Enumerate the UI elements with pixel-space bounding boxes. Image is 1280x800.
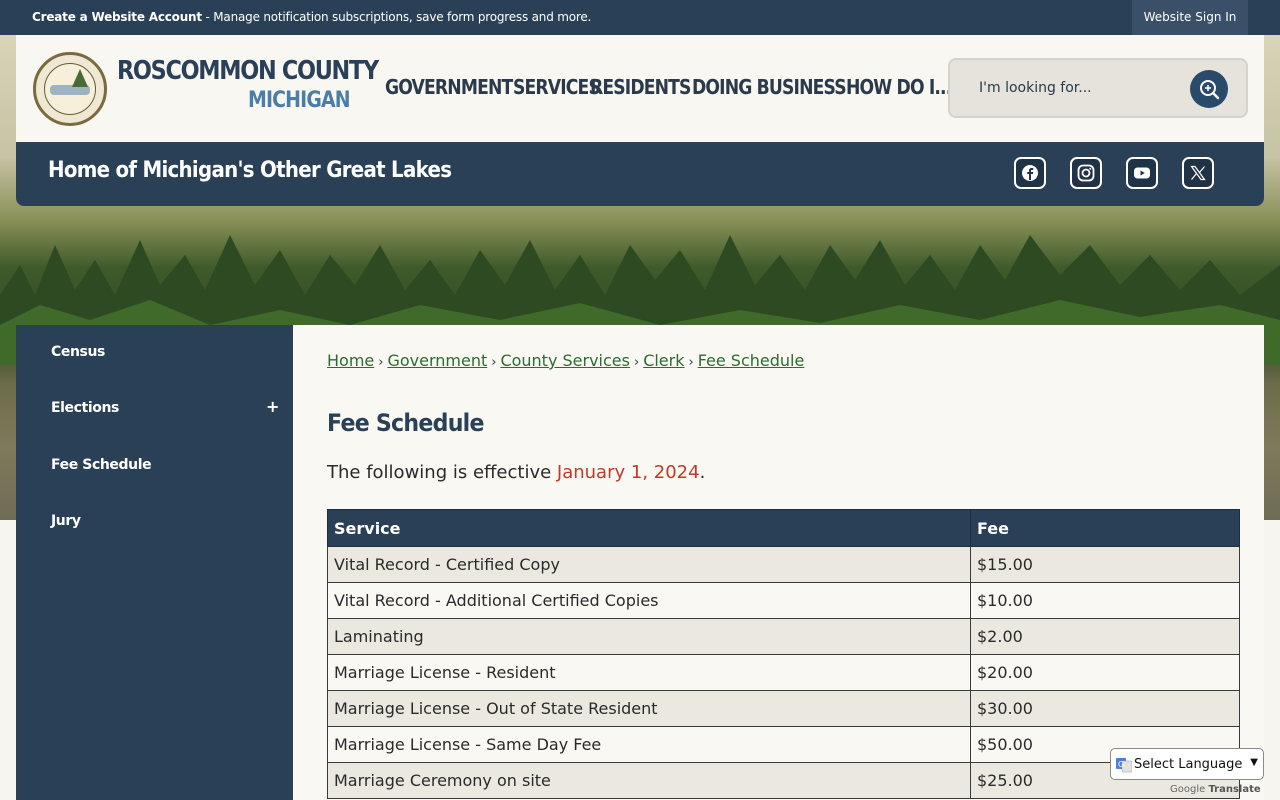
table-row: Laminating $2.00 — [327, 618, 1240, 655]
service-cell: Marriage Ceremony on site — [327, 762, 971, 799]
sidebar-item-jury[interactable]: Jury — [51, 513, 81, 529]
sidebar-item-census[interactable]: Census — [51, 344, 105, 360]
website-sign-in-button[interactable]: Website Sign In — [1132, 0, 1248, 35]
create-account-label[interactable]: Create a Website Account — [32, 10, 202, 24]
site-tagline: Home of Michigan's Other Great Lakes — [48, 158, 452, 183]
table-row: Marriage Ceremony on site $25.00 — [327, 762, 1240, 799]
sidebar-item-elections[interactable]: Elections — [51, 400, 119, 416]
sidebar-nav: Census Elections + Fee Schedule Jury — [16, 325, 293, 800]
breadcrumb-home[interactable]: Home — [327, 351, 374, 370]
column-header-fee: Fee — [970, 509, 1240, 547]
instagram-link[interactable] — [1070, 157, 1102, 189]
service-cell: Laminating — [327, 618, 971, 655]
column-header-service: Service — [327, 509, 971, 547]
search-input[interactable]: I'm looking for... — [979, 80, 1092, 96]
facebook-link[interactable] — [1014, 157, 1046, 189]
youtube-link[interactable] — [1126, 157, 1158, 189]
fee-cell: $15.00 — [970, 546, 1240, 583]
sidebar-item-fee-schedule[interactable]: Fee Schedule — [51, 457, 152, 473]
page-title: Fee Schedule — [327, 409, 484, 437]
service-cell: Vital Record - Certified Copy — [327, 546, 971, 583]
service-cell: Vital Record - Additional Certified Copi… — [327, 582, 971, 619]
table-row: Marriage License - Out of State Resident… — [327, 690, 1240, 727]
top-bar: Create a Website Account - Manage notifi… — [0, 0, 1280, 35]
facebook-icon — [1022, 165, 1038, 181]
powered-by-google[interactable]: Google Translate — [1170, 784, 1261, 795]
google-translate-widget: G Select Language ▼ Google Translate — [1110, 748, 1264, 800]
language-select-label: Select Language — [1134, 757, 1243, 772]
nav-residents[interactable]: RESIDENTS — [590, 75, 691, 103]
fee-table: Service Fee Vital Record - Certified Cop… — [327, 509, 1240, 799]
nav-how-do-i[interactable]: HOW DO I... — [846, 75, 952, 103]
expand-elections-button[interactable]: + — [266, 397, 279, 416]
table-row: Vital Record - Additional Certified Copi… — [327, 582, 1240, 619]
service-cell: Marriage License - Out of State Resident — [327, 690, 971, 727]
instagram-icon — [1077, 164, 1095, 182]
effective-date: January 1, 2024 — [556, 462, 700, 483]
breadcrumb-county-services[interactable]: County Services — [500, 351, 630, 370]
table-row: Marriage License - Same Day Fee $50.00 — [327, 726, 1240, 763]
fee-cell: $2.00 — [970, 618, 1240, 655]
site-search: I'm looking for... — [948, 58, 1248, 118]
fee-cell: $20.00 — [970, 654, 1240, 691]
tagline-bar: Home of Michigan's Other Great Lakes — [16, 142, 1264, 206]
logo-county-name[interactable]: ROSCOMMON COUNTY — [117, 56, 379, 86]
create-account-description: - Manage notification subscriptions, sav… — [201, 10, 592, 24]
breadcrumb: Home › Government › County Services › Clerk › Fe… — [327, 351, 805, 370]
fee-cell: $30.00 — [970, 690, 1240, 727]
breadcrumb-fee-schedule[interactable]: Fee Schedule — [698, 351, 805, 370]
breadcrumb-clerk[interactable]: Clerk — [643, 351, 684, 370]
service-cell: Marriage License - Resident — [327, 654, 971, 691]
nav-doing-business[interactable]: DOING BUSINESS — [692, 75, 847, 103]
language-select[interactable]: G Select Language ▼ — [1110, 748, 1264, 780]
service-cell: Marriage License - Same Day Fee — [327, 726, 971, 763]
breadcrumb-government[interactable]: Government — [387, 351, 487, 370]
table-row: Marriage License - Resident $20.00 — [327, 654, 1240, 691]
google-translate-icon: G — [1116, 758, 1132, 773]
search-icon — [1200, 80, 1220, 100]
svg-text:G: G — [1118, 760, 1124, 769]
main-content: Home › Government › County Services › Clerk › Fe… — [293, 325, 1264, 800]
chevron-down-icon: ▼ — [1250, 757, 1258, 768]
site-header: ROSCOMMON COUNTY MICHIGAN GOVERNMENT SER… — [16, 35, 1264, 142]
county-seal-logo[interactable] — [33, 52, 107, 126]
effective-date-text: The following is effective January 1, 20… — [327, 462, 706, 483]
nav-services[interactable]: SERVICES — [513, 75, 601, 103]
create-account-link[interactable]: Create a Website Account - Manage notifi… — [32, 10, 591, 24]
table-header-row: Service Fee — [327, 509, 1240, 547]
nav-government[interactable]: GOVERNMENT — [385, 75, 513, 103]
table-row: Vital Record - Certified Copy $15.00 — [327, 546, 1240, 583]
youtube-icon — [1134, 167, 1150, 179]
x-twitter-link[interactable] — [1182, 157, 1214, 189]
fee-cell: $10.00 — [970, 582, 1240, 619]
x-twitter-icon — [1190, 165, 1206, 181]
logo-state-name[interactable]: MICHIGAN — [248, 88, 351, 113]
search-button[interactable] — [1190, 70, 1228, 108]
